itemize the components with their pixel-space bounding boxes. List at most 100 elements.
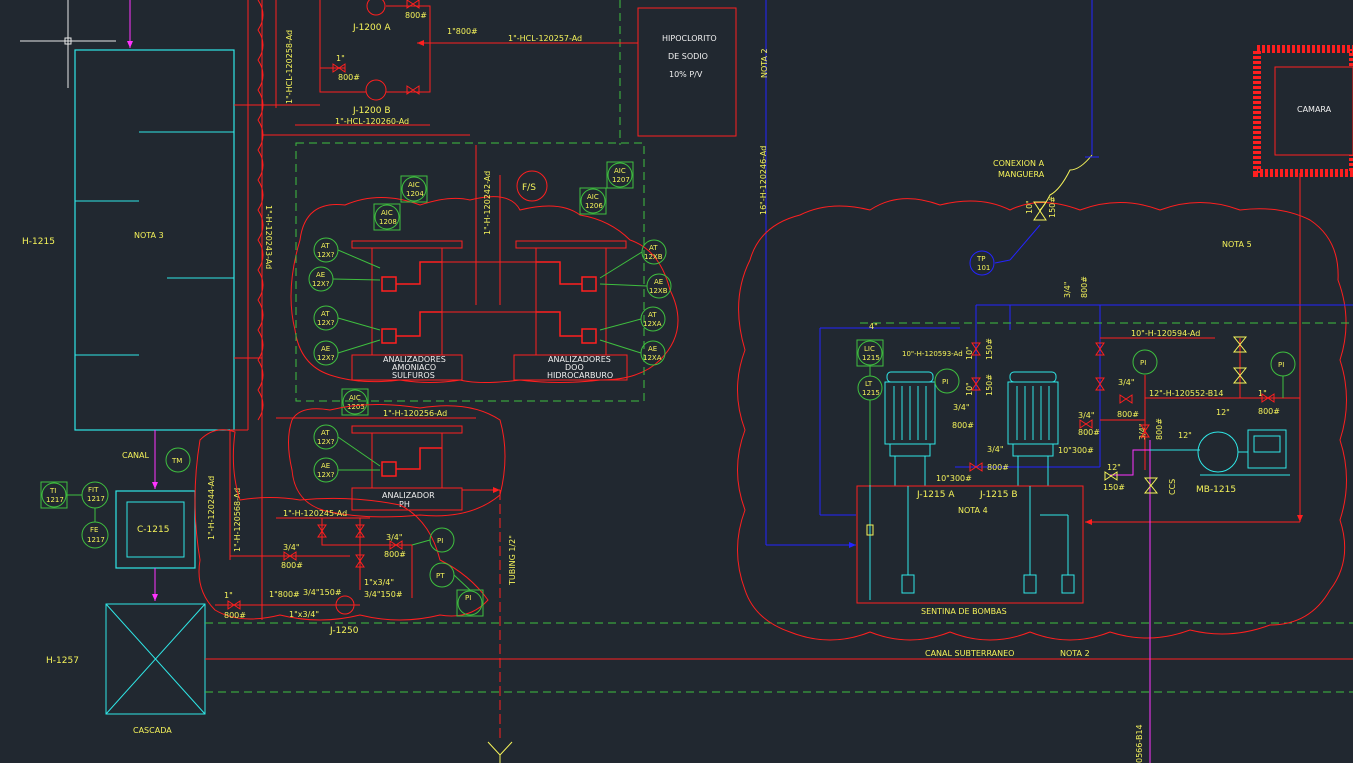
mb-size-34a: 3/4" [1118, 378, 1135, 387]
svg-text:AT: AT [649, 244, 658, 252]
svg-text:12X?: 12X? [317, 438, 335, 446]
h-242-label: 1"-H-120242-Ad [483, 171, 492, 235]
svg-text:PI: PI [942, 378, 948, 386]
instrument-pi-j1250-2[interactable]: PI [456, 589, 484, 617]
instrument-at-12xb[interactable]: AT 12XB [641, 239, 667, 265]
instrument-pt-j1250[interactable]: PT [429, 562, 455, 588]
pump-mb1215[interactable] [1197, 429, 1290, 476]
instrument-aic-1208[interactable]: AIC 1208 [373, 203, 401, 231]
pump-j1200b[interactable] [365, 79, 387, 101]
pid-diagram: H-1215 NOTA 3 CANAL C-1215 H-1257 CASCAD… [20, 0, 1353, 763]
instrument-aic-1207[interactable]: AIC 1207 [606, 161, 634, 189]
pump-j1200a-label: J-1200 A [352, 23, 391, 33]
svg-text:1207: 1207 [612, 176, 630, 184]
instrument-at-left-1[interactable]: AT 12X? [313, 237, 339, 263]
instrument-pi-mb2[interactable]: PI [1270, 351, 1296, 377]
instrument-pi-mb1[interactable]: PI [1132, 349, 1158, 375]
instrument-aic-1205[interactable]: AIC 1205 [341, 388, 369, 416]
cascade-h1257-label: H-1257 [46, 656, 79, 666]
valve-manguera-rating: 150# [1048, 196, 1057, 218]
hcl-258-label: 1"-HCL-120258-Ad [285, 30, 294, 104]
fs-symbol[interactable]: F/S [516, 170, 548, 202]
svg-text:AIC: AIC [349, 394, 361, 402]
instrument-ti-1217[interactable]: TI 1217 [40, 481, 68, 509]
analyzer-hidro-label-3: HIDROCARBURO [547, 371, 613, 380]
conexion-label-2: MANGUERA [998, 170, 1045, 179]
instrument-at-12xa[interactable]: AT 12XA [640, 306, 666, 332]
drain-funnel-icon [487, 741, 513, 763]
svg-text:PI: PI [1278, 361, 1284, 369]
j1250-size-34: 3/4" [283, 543, 300, 552]
svg-text:12X?: 12X? [317, 354, 335, 362]
svg-text:F/S: F/S [522, 183, 536, 193]
instrument-fit-1217[interactable]: FIT 1217 [81, 481, 109, 509]
instrument-aic-1206[interactable]: AIC 1206 [579, 187, 607, 215]
instrument-lic-1215[interactable]: LIC 1215 [856, 339, 884, 367]
instrument-tp-101[interactable]: TP 101 [969, 250, 995, 276]
size-4in: 4" [869, 322, 878, 331]
j1250-size-34b: 3/4" [386, 533, 403, 542]
svg-text:AE: AE [321, 345, 330, 353]
ph-link-1 [337, 436, 381, 467]
pump-mb1215-label: MB-1215 [1196, 485, 1236, 495]
instrument-ae-12xa[interactable]: AE 12XA [640, 340, 666, 366]
svg-text:LIC: LIC [864, 345, 875, 353]
instrument-fe-1217[interactable]: FE 1217 [81, 521, 109, 549]
instrument-ae-ph[interactable]: AE 12X? [313, 457, 339, 483]
sump-suction [901, 486, 1075, 594]
line-566-label: 0566-B14 [1135, 724, 1144, 763]
instrument-lt-1215[interactable]: LT 1215 [857, 375, 883, 401]
h-243-label: 1"-H-120243-Ad [264, 205, 273, 269]
svg-text:12XA: 12XA [643, 320, 662, 328]
svg-text:PI: PI [465, 594, 471, 602]
j1200b-size: 800# [338, 73, 360, 82]
j1250-size-34-150b: 3/4"150# [303, 588, 342, 597]
svg-text:12XB: 12XB [649, 287, 668, 295]
instrument-at-ph[interactable]: AT 12X? [313, 424, 339, 450]
svg-text:AT: AT [648, 311, 657, 319]
valve-manguera[interactable] [1033, 201, 1047, 221]
cascade-h1257[interactable] [105, 603, 206, 715]
mb-size-800b: 800# [1078, 428, 1100, 437]
svg-text:AIC: AIC [381, 209, 393, 217]
j1215b-size: 10"300# [1058, 446, 1094, 455]
pump-j1215b[interactable] [1007, 371, 1059, 487]
svg-text:AIC: AIC [614, 167, 626, 175]
ccs-label: CCS [1168, 479, 1177, 495]
instrument-pi-j1215[interactable]: PI [934, 368, 960, 394]
red-mains-left [215, 0, 470, 620]
instrument-ae-left-1[interactable]: AE 12X? [308, 266, 334, 292]
mb-size-34b: 3/4" [1078, 411, 1095, 420]
instrument-ae-12xb[interactable]: AE 12XB [646, 273, 672, 299]
svg-text:PT: PT [436, 572, 445, 580]
svg-text:TM: TM [171, 457, 182, 465]
j1215-size-800b: 800# [952, 421, 974, 430]
cascada-label: CASCADA [133, 726, 172, 735]
j1250-size-1in: 1" [224, 591, 233, 600]
mb-size-12b: 12" [1178, 431, 1192, 440]
hipo-label-2: DE SODIO [668, 52, 708, 61]
j1250-size-800b: 800# [384, 550, 406, 559]
instrument-tm[interactable]: TM [165, 447, 191, 473]
svg-text:AE: AE [321, 462, 330, 470]
sump-sentina[interactable] [856, 485, 1084, 604]
size-34-header: 3/4" [1063, 281, 1072, 298]
tank-h1215[interactable] [74, 49, 235, 431]
svg-text:1215: 1215 [862, 389, 880, 397]
instrument-ae-left-2[interactable]: AE 12X? [313, 340, 339, 366]
svg-text:12XA: 12XA [643, 354, 662, 362]
pump-j1250-label: J-1250 [329, 626, 359, 636]
pump-j1200a[interactable] [366, 0, 386, 16]
j1200-size-1: 1" [336, 54, 345, 63]
instrument-at-left-2[interactable]: AT 12X? [313, 305, 339, 331]
pump-j1215a[interactable] [884, 371, 936, 487]
mb-size-800d: 800# [1155, 418, 1164, 440]
instrument-pi-j1250-1[interactable]: PI [429, 527, 455, 553]
svg-text:12X?: 12X? [317, 319, 335, 327]
sentina-label: SENTINA DE BOMBAS [921, 607, 1007, 616]
svg-text:1217: 1217 [46, 496, 64, 504]
svg-text:1217: 1217 [87, 495, 105, 503]
camara-label: CAMARA [1297, 105, 1332, 114]
svg-text:AT: AT [321, 429, 330, 437]
instrument-aic-1204[interactable]: AIC 1204 [400, 175, 428, 203]
